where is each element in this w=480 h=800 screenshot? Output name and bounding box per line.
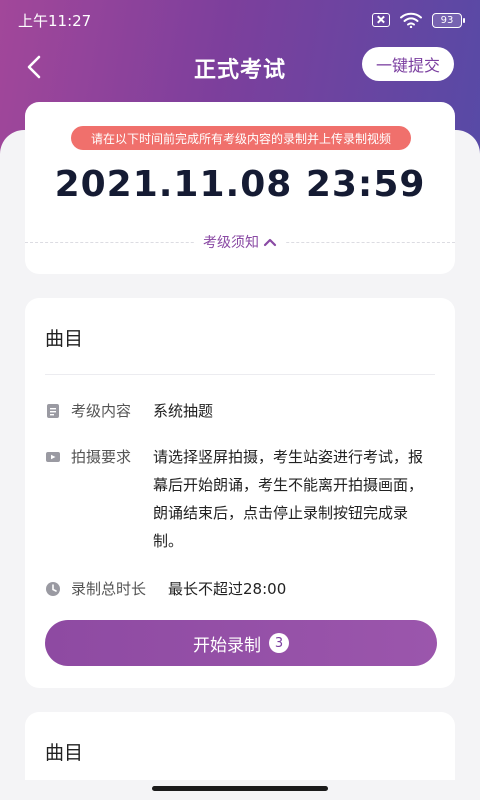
start-recording-label: 开始录制	[193, 635, 261, 656]
deadline-datetime: 2021.11.08 23:59	[54, 164, 426, 205]
no-sim-icon	[372, 13, 390, 27]
content-value: 系统抽题	[153, 402, 214, 420]
content-row: 考级内容 系统抽题	[45, 400, 435, 422]
video-camera-icon	[46, 452, 60, 462]
exam-notice-label: 考级须知	[203, 235, 259, 251]
one-click-submit-button[interactable]: 一键提交	[362, 47, 454, 81]
status-time: 上午11:27	[18, 11, 92, 30]
chevron-up-icon	[263, 238, 277, 247]
duration-value: 最长不超过28:00	[168, 580, 287, 598]
duration-label: 录制总时长	[71, 580, 147, 598]
clock-icon	[46, 582, 60, 596]
song-card-title: 曲目	[45, 328, 84, 350]
deadline-tip: 请在以下时间前完成所有考级内容的录制并上传录制视频	[71, 126, 411, 150]
content-label: 考级内容	[71, 402, 132, 420]
duration-row: 录制总时长 最长不超过28:00	[45, 578, 435, 600]
battery-indicator: 93	[432, 12, 465, 28]
nav-bar: 正式考试 一键提交	[0, 40, 480, 96]
start-recording-button[interactable]: 开始录制 3	[45, 620, 437, 666]
song-card-2-title: 曲目	[45, 742, 84, 764]
recording-count-badge: 3	[269, 633, 289, 653]
document-icon	[47, 404, 59, 418]
shoot-value: 请选择竖屏拍摄，考生站姿进行考试，报幕后开始朗诵，考生不能离开拍摄画面，朗诵结束…	[153, 448, 424, 550]
shoot-label: 拍摄要求	[71, 448, 132, 466]
deadline-card: 请在以下时间前完成所有考级内容的录制并上传录制视频 2021.11.08 23:…	[25, 102, 455, 274]
song-card: 曲目 考级内容 系统抽题 拍摄要求 请选择竖屏拍摄，考生站姿进行考试，报幕后开始…	[25, 298, 455, 688]
status-bar: 上午11:27 93	[0, 0, 480, 40]
card-divider	[45, 374, 435, 375]
shoot-row: 拍摄要求 请选择竖屏拍摄，考生站姿进行考试，报幕后开始朗诵，考生不能离开拍摄画面…	[45, 446, 435, 555]
exam-notice-toggle[interactable]: 考级须知	[195, 232, 285, 252]
home-indicator[interactable]	[152, 786, 328, 791]
status-icons: 93	[372, 12, 465, 28]
wifi-icon	[400, 12, 422, 28]
